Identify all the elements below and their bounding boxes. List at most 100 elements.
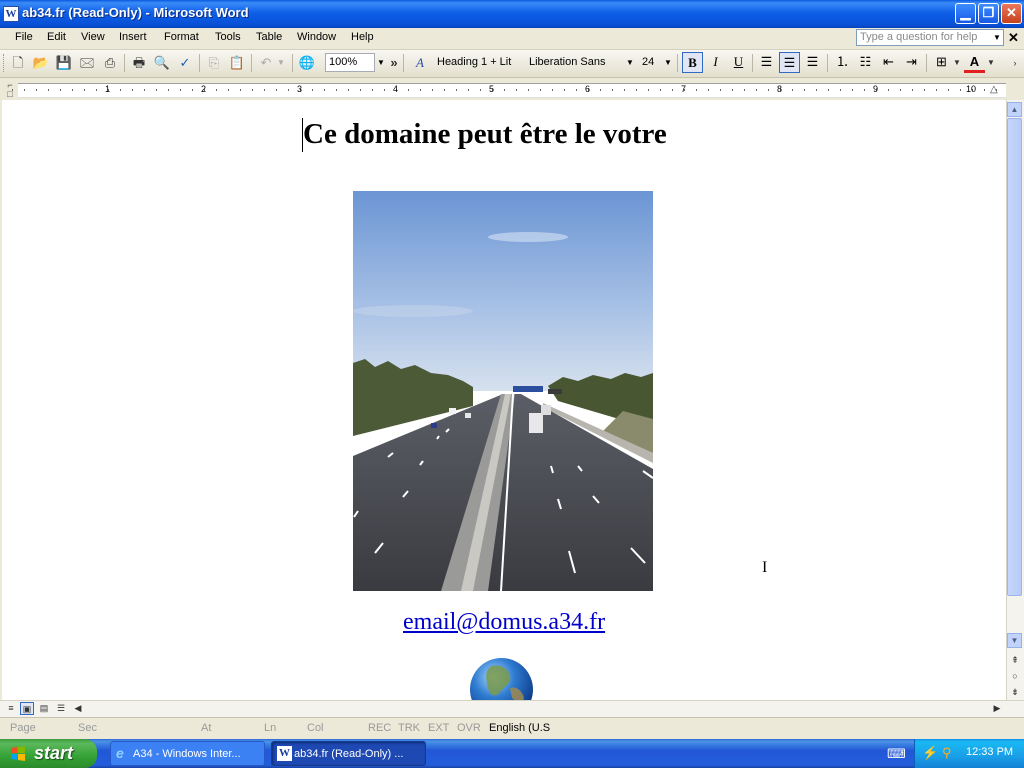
print-preview-icon[interactable]: 🔍 [153, 54, 171, 72]
underline-button[interactable]: U [728, 52, 749, 73]
paste-icon[interactable]: 📋 [228, 54, 246, 72]
horizontal-scrollbar[interactable] [0, 700, 1024, 718]
outline-view-icon[interactable]: ☰ [54, 702, 68, 715]
borders-dropdown-icon[interactable]: ▼ [952, 54, 962, 72]
status-trk[interactable]: TRK [398, 722, 420, 734]
toolbar-expand-icon[interactable]: › [1010, 54, 1020, 72]
keyboard-icon[interactable]: ⌨ [887, 746, 906, 762]
font-color-button[interactable]: A [964, 52, 985, 73]
numbering-button[interactable]: ⒈ [832, 52, 853, 73]
previous-page-icon[interactable]: ⇞ [1009, 652, 1021, 668]
menu-edit[interactable]: Edit [47, 31, 66, 43]
windows-logo-icon [11, 746, 25, 761]
menu-insert[interactable]: Insert [119, 31, 147, 43]
status-language[interactable]: English (U.S [489, 722, 550, 734]
ruler-tick [144, 89, 145, 91]
font-color-dropdown-icon[interactable]: ▼ [986, 54, 996, 72]
increase-indent-button[interactable]: ⇥ [901, 52, 922, 73]
ruler-tick [732, 89, 733, 91]
italic-button[interactable]: I [705, 52, 726, 73]
scroll-thumb[interactable] [1007, 118, 1022, 596]
taskbar-item-word[interactable]: ab34.fr (Read-Only) ... [271, 741, 426, 766]
menu-tools[interactable]: Tools [215, 31, 241, 43]
next-page-icon[interactable]: ⇟ [1009, 684, 1021, 700]
ruler-number: 6 [585, 84, 591, 94]
scroll-right-icon[interactable]: ▶ [990, 702, 1004, 715]
web-toolbar-icon[interactable]: 🌐 [298, 54, 316, 72]
print-layout-view-icon[interactable]: ▤ [37, 702, 51, 715]
ruler-tick [336, 89, 337, 91]
save-icon[interactable]: 💾 [55, 54, 73, 72]
taskbar-item-ie[interactable]: A34 - Windows Inter... [110, 741, 265, 766]
undo-icon[interactable]: ↶ [257, 54, 275, 72]
ruler-tick [48, 89, 49, 91]
ruler-number: 10 [966, 84, 977, 94]
spelling-icon[interactable]: ✓ [176, 54, 194, 72]
font-dropdown-icon[interactable]: ▼ [624, 53, 636, 72]
document-heading[interactable]: Ce domaine peut être le votre [303, 118, 667, 151]
toolbar-grip[interactable] [3, 54, 7, 72]
borders-button[interactable]: ⊞ [931, 52, 952, 73]
menu-window[interactable]: Window [297, 31, 336, 43]
minimize-button[interactable]: ▁ [955, 3, 976, 24]
scroll-down-button[interactable]: ▼ [1007, 633, 1022, 648]
styles-formatting-icon[interactable]: A [411, 54, 429, 72]
status-ext[interactable]: EXT [428, 722, 449, 734]
help-question-input[interactable]: Type a question for help [856, 29, 1004, 46]
horizontal-ruler[interactable] [18, 83, 1006, 98]
undo-dropdown-icon[interactable]: ▼ [276, 54, 286, 72]
toolbar-separator [827, 54, 828, 72]
status-ovr[interactable]: OVR [457, 722, 481, 734]
decrease-indent-button[interactable]: ⇤ [878, 52, 899, 73]
word-app-icon[interactable]: W [3, 6, 19, 22]
scroll-up-button[interactable]: ▲ [1007, 102, 1022, 117]
document-close-button[interactable]: ✕ [1008, 30, 1019, 46]
menu-table[interactable]: Table [256, 31, 282, 43]
status-rec[interactable]: REC [368, 722, 391, 734]
ruler-tick [924, 89, 925, 91]
scroll-left-icon[interactable]: ◀ [71, 702, 85, 715]
menu-view[interactable]: View [81, 31, 105, 43]
restore-button[interactable]: ❐ [978, 3, 999, 24]
style-combo[interactable]: Heading 1 + Lit [433, 53, 522, 72]
tab-selector-icon[interactable]: ⌐ □ [5, 81, 15, 99]
print-preview-alt-icon[interactable]: ⎙ [101, 54, 119, 72]
bullets-button[interactable]: ☷ [855, 52, 876, 73]
align-right-button[interactable]: ☰ [802, 52, 823, 73]
font-size-dropdown-icon[interactable]: ▼ [662, 53, 674, 72]
window-title: ab34.fr (Read-Only) - Microsoft Word [22, 5, 249, 20]
align-left-button[interactable]: ☰ [756, 52, 777, 73]
ruler-tick [348, 89, 349, 91]
normal-view-icon[interactable]: ≡ [4, 702, 18, 715]
browse-object-controls: ⇞ ○ ⇟ [1009, 652, 1021, 700]
toolbar-separator [752, 54, 753, 72]
new-document-icon[interactable]: 🗋 [9, 54, 27, 72]
toolbar-options-icon[interactable]: » [389, 54, 399, 72]
select-browse-object-icon[interactable]: ○ [1009, 668, 1021, 684]
help-dropdown-arrow-icon[interactable]: ▼ [990, 29, 1004, 46]
web-layout-view-icon[interactable]: ▣ [20, 702, 34, 715]
permission-icon[interactable]: 🖂 [78, 54, 96, 72]
menu-format[interactable]: Format [164, 31, 199, 43]
taskbar-clock[interactable]: 12:33 PM [966, 746, 1013, 758]
right-indent-marker-icon[interactable]: △ [990, 84, 998, 95]
menu-help[interactable]: Help [351, 31, 374, 43]
font-combo[interactable]: Liberation Sans [525, 53, 623, 72]
highway-photo[interactable] [353, 191, 653, 591]
open-folder-icon[interactable]: 📂 [32, 54, 50, 72]
email-link[interactable]: email@domus.a34.fr [403, 609, 605, 636]
zoom-combo[interactable]: 100% [325, 53, 375, 72]
print-icon[interactable]: 🖶 [130, 54, 148, 72]
menu-file[interactable]: File [15, 31, 33, 43]
font-size-combo[interactable]: 24 [638, 53, 662, 72]
bold-button[interactable]: B [682, 52, 703, 73]
search-tray-icon[interactable]: ⚲ [942, 745, 952, 761]
zoom-dropdown-icon[interactable]: ▼ [375, 53, 387, 72]
close-button[interactable]: ✕ [1001, 3, 1022, 24]
align-center-button[interactable]: ☰ [779, 52, 800, 73]
ruler-number: 8 [777, 84, 783, 94]
copy-icon[interactable]: ⎘ [205, 54, 223, 72]
toolbar-separator [403, 54, 404, 72]
network-icon[interactable]: ⚡ [922, 745, 938, 761]
ibeam-cursor-icon: I [762, 559, 768, 576]
